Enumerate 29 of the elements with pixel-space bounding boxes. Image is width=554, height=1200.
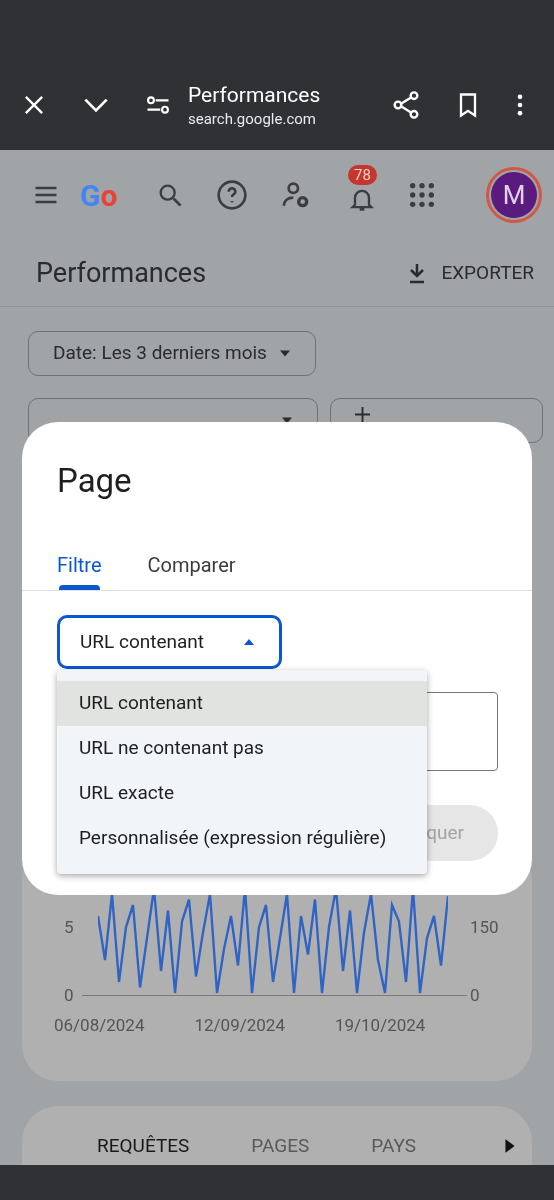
avatar[interactable]: M (486, 167, 542, 223)
menu-option[interactable]: URL ne contenant pas (57, 726, 427, 771)
match-type-select[interactable]: URL contenant (57, 615, 282, 669)
apps-icon[interactable] (408, 181, 436, 209)
menu-option[interactable]: Personnalisée (expression régulière) (57, 816, 427, 861)
dialog-tab[interactable]: Comparer (147, 540, 236, 590)
axis-tick: 0 (470, 984, 480, 1007)
logo: Go (80, 176, 119, 215)
section-title: Performances (36, 255, 207, 291)
axis-tick: 5 (64, 916, 74, 939)
dialog-tab[interactable]: Filtre (57, 540, 102, 590)
menu-option[interactable]: URL exacte (57, 771, 427, 816)
dialog-title: Page (57, 460, 132, 502)
date-label: 06/08/2024 (54, 1014, 145, 1037)
axis-tick: 0 (64, 984, 74, 1007)
menu-option[interactable]: URL contenant (57, 681, 427, 726)
export-button[interactable]: EXPORTER (405, 258, 534, 288)
axis-tick: 150 (470, 916, 499, 939)
date-label: 12/09/2024 (194, 1014, 285, 1037)
date-label: 19/10/2024 (334, 1014, 426, 1037)
caret-icon (278, 350, 291, 357)
plus-icon (355, 407, 370, 422)
notification-badge: 78 (348, 165, 377, 185)
help-icon[interactable] (216, 179, 248, 211)
page-url: search.google.com (188, 109, 317, 129)
page-title: Performances (188, 82, 322, 109)
next-arrow-icon[interactable] (504, 1138, 516, 1154)
filter-chip[interactable]: Date: Les 3 derniers mois (28, 331, 316, 376)
report-tab[interactable]: REQUÊTES (97, 1131, 190, 1161)
